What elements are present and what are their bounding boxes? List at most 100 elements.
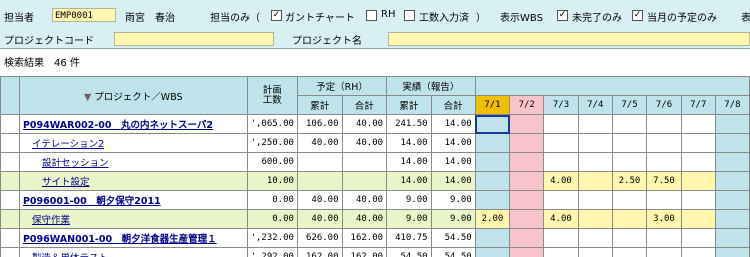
day-hours-cell[interactable] — [611, 247, 648, 257]
row-selector[interactable] — [0, 228, 20, 248]
day-hours-cell[interactable]: 2.00 — [474, 209, 511, 229]
day-hours-cell[interactable] — [509, 133, 545, 153]
wbs-name-link[interactable]: 保守作業 — [18, 209, 248, 229]
day-hours-cell[interactable] — [714, 152, 750, 172]
day-hours-cell[interactable] — [543, 190, 579, 210]
day-hours-cell[interactable] — [509, 190, 545, 210]
table-row[interactable]: 設計セッション 600.00 14.00 14.00 — [0, 152, 750, 172]
day-hours-cell[interactable] — [611, 209, 648, 229]
wbs-name-link[interactable]: サイト設定 — [18, 171, 248, 191]
day-hours-cell[interactable] — [509, 152, 545, 172]
day-hours-cell[interactable] — [474, 133, 511, 153]
day-hours-cell[interactable] — [646, 114, 682, 134]
day-hours-cell[interactable] — [474, 228, 511, 248]
day-hours-cell[interactable] — [577, 133, 613, 153]
day-hours-cell[interactable] — [611, 228, 648, 248]
day-hours-cell[interactable] — [646, 190, 682, 210]
wbs-name-link[interactable]: P096001-00 朝夕保守2011 — [18, 190, 248, 210]
day-hours-cell[interactable] — [714, 133, 750, 153]
row-selector[interactable] — [0, 152, 20, 172]
table-row[interactable]: 製造＆単体テスト',292.00162.00162.0054.5054.50 — [0, 247, 750, 257]
day-hours-cell[interactable] — [509, 247, 545, 257]
day-hours-cell[interactable]: 2.50 — [611, 171, 648, 191]
day-header: 7/2 — [509, 95, 545, 115]
day-hours-cell[interactable] — [680, 247, 716, 257]
wbs-name-link[interactable]: イテレーション2 — [18, 133, 248, 153]
day-hours-cell[interactable] — [577, 114, 613, 134]
day-hours-cell[interactable] — [646, 133, 682, 153]
day-hours-cell[interactable]: 4.00 — [543, 171, 579, 191]
hours-entered-checkbox[interactable] — [404, 10, 415, 21]
plan-cumulative-cell: 162.00 — [296, 247, 343, 257]
day-hours-cell[interactable]: 4.00 — [543, 209, 579, 229]
day-hours-cell[interactable] — [714, 209, 750, 229]
day-hours-cell[interactable] — [714, 171, 750, 191]
day-hours-cell[interactable] — [680, 209, 716, 229]
table-row[interactable]: P096001-00 朝夕保守2011 0.00 40.00 40.00 9.00 9.0… — [0, 190, 750, 210]
table-row[interactable]: P096WAN001-00 朝夕洋食器生産管理１ ',232.00 626.00 16… — [0, 228, 750, 248]
row-selector[interactable] — [0, 133, 20, 153]
project-name-input[interactable] — [388, 32, 750, 46]
project-code-input[interactable] — [114, 32, 274, 46]
rh-checkbox[interactable] — [366, 10, 377, 21]
day-hours-cell[interactable] — [577, 247, 613, 257]
table-row[interactable]: 保守作業 0.00 40.00 40.00 9.00 9.00 2.00 4.00 3.00 — [0, 209, 750, 229]
day-hours-cell[interactable] — [509, 228, 545, 248]
day-hours-cell[interactable] — [646, 228, 682, 248]
day-hours-cell[interactable] — [577, 228, 613, 248]
wbs-name-link[interactable]: 製造＆単体テスト — [18, 247, 248, 257]
day-hours-cell[interactable] — [577, 152, 613, 172]
gantt-checkbox[interactable]: ✓ — [271, 10, 282, 21]
day-hours-cell[interactable] — [611, 190, 648, 210]
day-hours-cell[interactable] — [543, 133, 579, 153]
day-hours-cell[interactable] — [611, 133, 648, 153]
day-hours-cell[interactable] — [543, 247, 579, 257]
day-hours-cell[interactable] — [577, 209, 613, 229]
day-hours-cell[interactable] — [543, 114, 579, 134]
wbs-name-link[interactable]: P096WAN001-00 朝夕洋食器生産管理１ — [18, 228, 248, 248]
row-selector[interactable] — [0, 114, 20, 134]
table-row[interactable]: サイト設定 10.00 14.00 14.00 4.00 2.50 7.50 — [0, 171, 750, 191]
day-hours-cell[interactable] — [543, 228, 579, 248]
day-hours-cell[interactable] — [577, 190, 613, 210]
day-hours-cell[interactable] — [577, 171, 613, 191]
day-hours-cell[interactable] — [680, 171, 716, 191]
day-hours-cell[interactable] — [680, 228, 716, 248]
day-hours-cell[interactable] — [543, 152, 579, 172]
day-hours-cell[interactable]: 7.50 — [646, 171, 682, 191]
day-hours-cell[interactable] — [474, 171, 511, 191]
incomplete-only-checkbox[interactable]: ✓ — [557, 10, 568, 21]
table-row[interactable]: イテレーション2 ',250.00 40.00 40.00 14.00 14.00 — [0, 133, 750, 153]
project-wbs-header[interactable]: ▼ プロジェクト／WBS — [18, 76, 248, 115]
day-hours-cell[interactable] — [474, 152, 511, 172]
day-hours-cell[interactable] — [611, 152, 648, 172]
table-row[interactable]: P094WAR002-00 丸の内ネットスーパ2 ',065.00 106.00 40… — [0, 114, 750, 134]
filter-icon[interactable]: ▼ — [84, 92, 91, 103]
wbs-name-link[interactable]: 設計セッション — [18, 152, 248, 172]
row-selector[interactable] — [0, 209, 20, 229]
row-selector[interactable] — [0, 190, 20, 210]
month-plan-checkbox[interactable]: ✓ — [632, 10, 643, 21]
assignee-code-field[interactable]: EMP0001 — [52, 8, 116, 22]
day-hours-cell[interactable] — [509, 209, 545, 229]
day-hours-cell[interactable] — [714, 114, 750, 134]
day-hours-cell[interactable]: 3.00 — [646, 209, 682, 229]
day-hours-cell[interactable] — [680, 190, 716, 210]
row-selector[interactable] — [0, 247, 20, 257]
day-hours-cell[interactable] — [680, 114, 716, 134]
wbs-name-link[interactable]: P094WAR002-00 丸の内ネットスーパ2 — [18, 114, 248, 134]
day-hours-cell[interactable] — [714, 228, 750, 248]
day-hours-cell[interactable] — [714, 247, 750, 257]
day-hours-cell[interactable] — [680, 152, 716, 172]
day-hours-cell[interactable] — [680, 133, 716, 153]
day-hours-cell[interactable] — [474, 190, 511, 210]
day-hours-cell[interactable] — [474, 247, 511, 257]
day-hours-cell[interactable] — [646, 152, 682, 172]
day-hours-cell[interactable] — [509, 171, 545, 191]
row-selector[interactable] — [0, 171, 20, 191]
day-hours-cell[interactable] — [714, 190, 750, 210]
day-hours-cell[interactable] — [474, 114, 511, 134]
day-hours-cell[interactable] — [646, 247, 682, 257]
day-hours-cell[interactable] — [611, 114, 648, 134]
day-hours-cell[interactable] — [509, 114, 545, 134]
